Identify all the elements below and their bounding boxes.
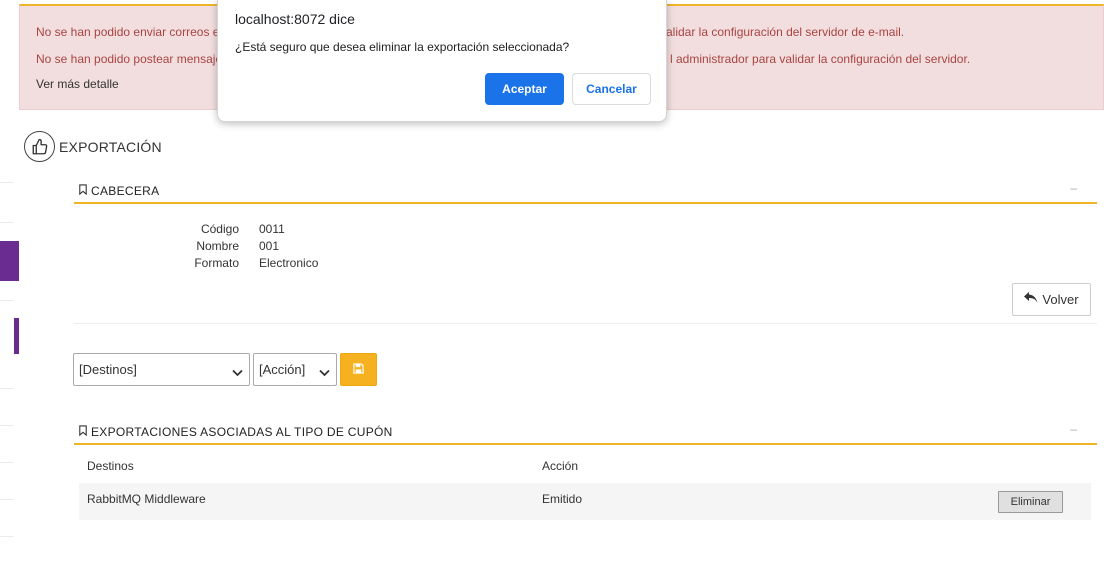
cancel-button[interactable]: Cancelar xyxy=(572,73,651,105)
sidebar-item-marker[interactable] xyxy=(14,318,19,354)
sidebar-item-active[interactable] xyxy=(0,241,19,281)
alert-message-post-right: l administrador para validar la configur… xyxy=(670,52,971,66)
field-label-formato: Formato xyxy=(194,256,239,270)
page-header: EXPORTACIÓN xyxy=(24,131,162,162)
dialog-message: ¿Está seguro que desea eliminar la expor… xyxy=(235,40,570,54)
sidebar-divider xyxy=(0,182,14,183)
destinos-select-value: [Destinos] xyxy=(79,362,137,377)
field-value-formato: Electronico xyxy=(259,256,319,270)
accion-select[interactable]: [Acción] xyxy=(253,353,337,386)
field-label-nombre: Nombre xyxy=(196,239,239,253)
accept-button[interactable]: Aceptar xyxy=(485,73,564,105)
section-title: CABECERA xyxy=(78,184,159,198)
save-button[interactable] xyxy=(340,353,377,386)
destinos-select[interactable]: [Destinos] xyxy=(73,353,250,386)
field-value-codigo: 0011 xyxy=(259,222,285,236)
page-title: EXPORTACIÓN xyxy=(59,138,162,155)
sidebar-divider xyxy=(0,300,14,301)
minimize-toggle[interactable]: – xyxy=(1070,422,1077,436)
alert-message-email: No se han podido enviar correos e xyxy=(36,25,219,39)
confirm-dialog: localhost:8072 dice ¿Está seguro que des… xyxy=(217,0,667,122)
bookmark-icon xyxy=(78,184,88,198)
sidebar-divider xyxy=(0,222,14,223)
alert-text-left: No se han podido enviar correos e xyxy=(36,25,220,39)
column-header-accion: Acción xyxy=(542,459,579,473)
cell-accion: Emitido xyxy=(542,492,583,506)
thumbs-up-icon xyxy=(24,131,55,162)
section-title: EXPORTACIONES ASOCIADAS AL TIPO DE CUPÓN xyxy=(78,425,393,439)
sidebar-divider xyxy=(0,499,14,500)
back-button-label: Volver xyxy=(1042,292,1079,307)
sidebar xyxy=(0,0,19,586)
field-value-nombre: 001 xyxy=(259,239,280,253)
table-row: RabbitMQ Middleware Emitido Eliminar xyxy=(79,483,1091,520)
field-label-codigo: Código xyxy=(200,222,239,236)
delete-button[interactable]: Eliminar xyxy=(998,491,1063,513)
sidebar-divider xyxy=(0,462,14,463)
accion-select-value: [Acción] xyxy=(259,362,306,377)
sidebar-divider xyxy=(0,536,14,537)
chevron-down-icon xyxy=(319,365,330,380)
column-header-destinos: Destinos xyxy=(87,459,134,473)
see-more-link[interactable]: Ver más detalle xyxy=(36,77,119,91)
bookmark-icon xyxy=(78,425,88,439)
sidebar-divider xyxy=(0,388,14,389)
dialog-title: localhost:8072 dice xyxy=(235,11,355,27)
exports-section: EXPORTACIONES ASOCIADAS AL TIPO DE CUPÓN… xyxy=(74,418,1097,445)
header-section: CABECERA – xyxy=(74,177,1097,204)
alert-message-post: No se han podido postear mensaje xyxy=(36,52,223,66)
divider xyxy=(74,323,1097,324)
cell-destino: RabbitMQ Middleware xyxy=(87,492,206,506)
back-button[interactable]: Volver xyxy=(1012,283,1091,316)
section-title-text: CABECERA xyxy=(91,184,160,198)
chevron-down-icon xyxy=(232,365,243,380)
reply-arrow-icon xyxy=(1024,292,1038,307)
alert-message-email-right: alidar la configuración del servidor de … xyxy=(666,25,905,39)
minimize-toggle[interactable]: – xyxy=(1070,181,1077,195)
sidebar-divider xyxy=(0,425,14,426)
floppy-disk-icon xyxy=(353,362,364,377)
section-title-text: EXPORTACIONES ASOCIADAS AL TIPO DE CUPÓN xyxy=(91,425,393,439)
